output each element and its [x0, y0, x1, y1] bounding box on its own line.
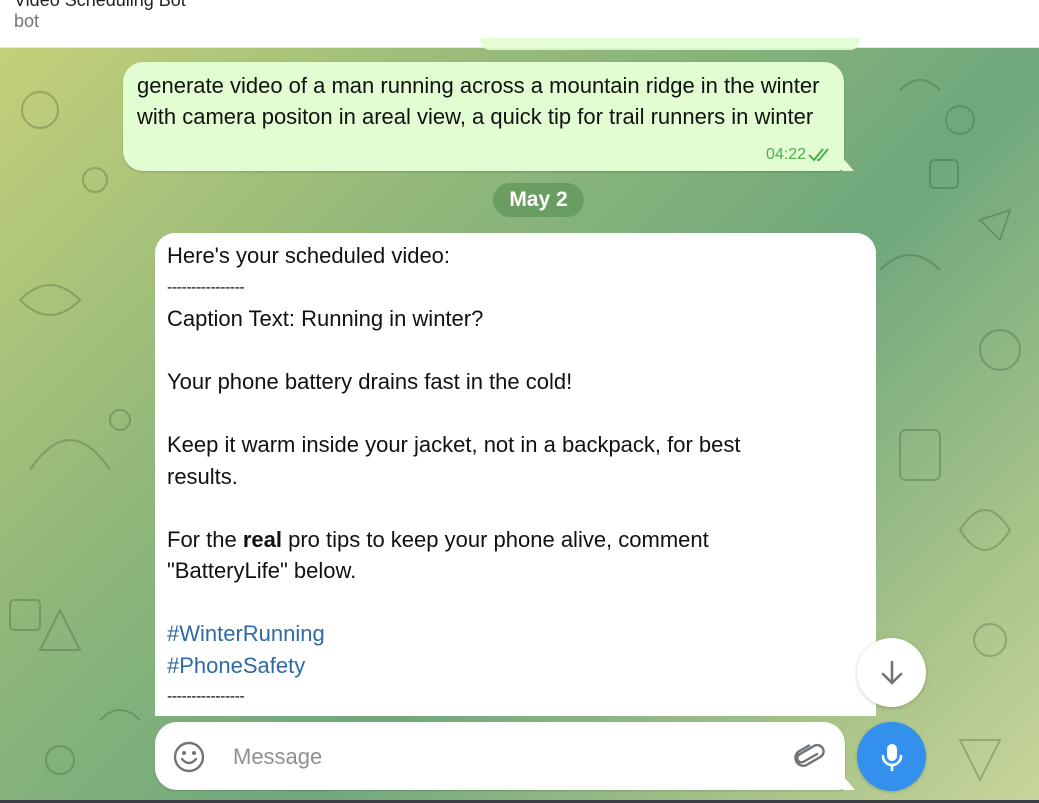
smile-icon[interactable]	[172, 740, 206, 774]
message-line: Your phone battery drains fast in the co…	[167, 369, 573, 394]
text-segment: pro tips to keep your phone alive, comme…	[281, 526, 709, 552]
message-time: 04:22	[765, 146, 806, 163]
date-separator: May 2	[493, 183, 584, 217]
bold-text: real	[242, 526, 282, 552]
message-line: "BatteryLife" below.	[167, 558, 357, 583]
incoming-message[interactable]: Here's your scheduled video: -----------…	[155, 233, 876, 716]
paperclip-icon[interactable]	[792, 740, 826, 774]
message-line: Keep it warm inside your jacket, not in …	[167, 432, 741, 457]
separator-line: ----------------	[167, 278, 245, 296]
arrow-down-icon	[881, 660, 902, 684]
message-composer	[155, 722, 855, 790]
separator-line: ----------------	[167, 688, 245, 705]
previous-message-edge	[480, 38, 860, 50]
outgoing-message-text: generate video of a man running across a…	[137, 73, 820, 129]
message-input[interactable]	[231, 736, 775, 778]
message-line: Here's your scheduled video:	[167, 243, 451, 268]
incoming-message-text: Here's your scheduled video: -----------…	[167, 240, 857, 713]
microphone-icon	[881, 743, 902, 771]
outgoing-message[interactable]: generate video of a man running across a…	[123, 62, 854, 171]
text-segment: For the	[167, 526, 243, 552]
chat-title: Video Scheduling Bot	[14, 0, 186, 10]
hashtag-link[interactable]: #PhoneSafety	[167, 650, 857, 682]
message-meta: 04:22	[766, 146, 834, 164]
voice-record-button[interactable]	[857, 722, 926, 791]
caption-line: Caption Text: Running in winter?	[167, 306, 484, 331]
double-check-icon	[808, 148, 829, 162]
message-line: For the real pro tips to keep your phone…	[167, 524, 857, 556]
hashtag-link[interactable]: #WinterRunning	[167, 618, 857, 650]
scroll-to-bottom-button[interactable]	[857, 638, 926, 707]
message-line: results.	[167, 463, 238, 489]
chat-subtitle: bot	[14, 11, 40, 31]
